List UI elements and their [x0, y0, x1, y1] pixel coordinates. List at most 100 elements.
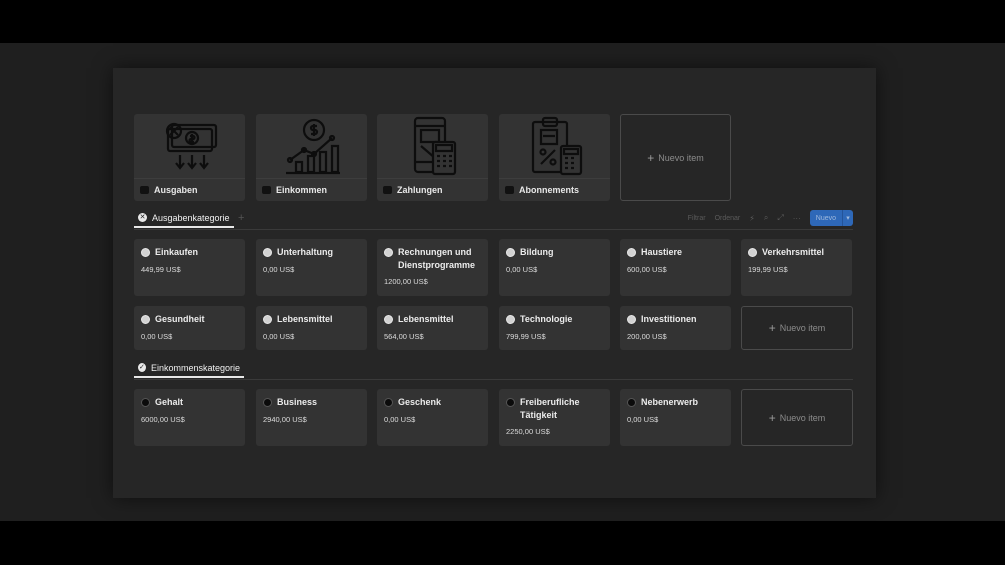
- page-icon: [505, 186, 514, 194]
- expand-icon[interactable]: ⤢: [777, 213, 783, 223]
- new-item-button[interactable]: + Nuevo item: [620, 114, 731, 201]
- expense-name: Technologie: [520, 314, 573, 324]
- expense-name: Investitionen: [641, 314, 697, 324]
- sort-button[interactable]: Ordenar: [715, 215, 741, 222]
- expense-name: Einkaufen: [155, 247, 199, 257]
- expense-name: Lebensmittel: [277, 314, 333, 324]
- income-amount: 0,00 US$: [384, 415, 416, 424]
- expense-card[interactable]: Bildung 0,00 US$: [499, 239, 610, 296]
- expense-card[interactable]: Einkaufen 449,99 US$: [134, 239, 245, 296]
- expense-card[interactable]: Lebensmittel 0,00 US$: [256, 306, 367, 350]
- new-expense-item-button[interactable]: + Nuevo item: [741, 306, 853, 350]
- income-name: Freiberufliche Tätigkeit: [520, 397, 580, 420]
- check-circle-icon: ✓: [138, 363, 146, 372]
- new-income-item-button[interactable]: + Nuevo item: [741, 389, 853, 446]
- expense-amount: 1200,00 US$: [384, 277, 428, 286]
- income-view-tabs: ✓ Einkommenskategorie: [134, 359, 853, 380]
- expense-card[interactable]: Haustiere 600,00 US$: [620, 239, 731, 296]
- expense-amount: 799,99 US$: [506, 332, 546, 341]
- expense-card[interactable]: Gesundheit 0,00 US$: [134, 306, 245, 350]
- category-dot-icon: [141, 398, 150, 407]
- expense-name: Bildung: [520, 247, 554, 257]
- category-dot-icon: [263, 248, 272, 257]
- tab-einkommenskategorie[interactable]: ✓ Einkommenskategorie: [134, 359, 244, 378]
- income-card[interactable]: Geschenk 0,00 US$: [377, 389, 488, 446]
- income-card[interactable]: Freiberufliche Tätigkeit 2250,00 US$: [499, 389, 610, 446]
- income-card[interactable]: Business 2940,00 US$: [256, 389, 367, 446]
- filter-button[interactable]: Filtrar: [688, 215, 706, 222]
- income-card[interactable]: Gehalt 6000,00 US$: [134, 389, 245, 446]
- new-button[interactable]: Nuevo ▾: [809, 210, 853, 226]
- category-dot-icon: [627, 315, 636, 324]
- category-dot-icon: [627, 398, 636, 407]
- more-icon[interactable]: ···: [793, 214, 801, 223]
- chevron-down-icon[interactable]: ▾: [842, 210, 853, 226]
- income-amount: 2250,00 US$: [506, 427, 550, 436]
- database-toolbar: Filtrar Ordenar ⚡ ⌕ ⤢ ··· Nuevo ▾: [688, 210, 853, 226]
- expense-card[interactable]: Rechnungen und Dienstprogramme 1200,00 U…: [377, 239, 488, 296]
- gallery-card-title: Einkommen: [256, 178, 367, 201]
- page-icon: [140, 186, 149, 194]
- gallery-card-title: Ausgaben: [134, 178, 245, 201]
- income-name: Nebenerwerb: [641, 397, 699, 407]
- expense-amount: 0,00 US$: [506, 265, 538, 274]
- expense-view-tabs: ✕ Ausgabenkategorie + Filtrar Ordenar ⚡ …: [134, 209, 853, 230]
- category-dot-icon: [263, 398, 272, 407]
- new-item-label: Nuevo item: [779, 323, 826, 333]
- expense-card[interactable]: Investitionen 200,00 US$: [620, 306, 731, 350]
- gallery-card-label: Ausgaben: [154, 185, 198, 195]
- income-card[interactable]: Nebenerwerb 0,00 US$: [620, 389, 731, 446]
- clipboard-percent-calculator-icon: [499, 114, 610, 178]
- category-dot-icon: [627, 248, 636, 257]
- expense-name: Haustiere: [641, 247, 683, 257]
- gallery-card-ausgaben[interactable]: Ausgaben: [134, 114, 245, 201]
- category-dot-icon: [384, 248, 393, 257]
- gallery-card-label: Abonnements: [519, 185, 580, 195]
- category-dot-icon: [384, 315, 393, 324]
- income-amount: 6000,00 US$: [141, 415, 185, 424]
- income-name: Gehalt: [155, 397, 184, 407]
- gallery-card-title: Zahlungen: [377, 178, 488, 201]
- gallery-card-abonnements[interactable]: Abonnements: [499, 114, 610, 201]
- expense-card[interactable]: Unterhaltung 0,00 US$: [256, 239, 367, 296]
- plus-icon: +: [768, 410, 776, 425]
- category-dot-icon: [141, 248, 150, 257]
- tab-label: Ausgabenkategorie: [152, 212, 230, 223]
- category-dot-icon: [263, 315, 272, 324]
- income-amount: 0,00 US$: [627, 415, 659, 424]
- expense-card[interactable]: Lebensmittel 564,00 US$: [377, 306, 488, 350]
- search-icon[interactable]: ⌕: [764, 213, 768, 223]
- expense-amount: 0,00 US$: [141, 332, 173, 341]
- gallery-card-label: Zahlungen: [397, 185, 443, 195]
- expense-card[interactable]: Verkehrsmittel 199,99 US$: [741, 239, 852, 296]
- add-view-icon[interactable]: +: [238, 212, 244, 224]
- expense-amount: 0,00 US$: [263, 332, 295, 341]
- income-name: Business: [277, 397, 318, 407]
- income-amount: 2940,00 US$: [263, 415, 307, 424]
- expense-amount: 600,00 US$: [627, 265, 667, 274]
- gallery-card-zahlungen[interactable]: Zahlungen: [377, 114, 488, 201]
- category-dot-icon: [384, 398, 393, 407]
- new-item-label: Nuevo item: [658, 152, 704, 163]
- plus-icon: +: [647, 150, 655, 165]
- gallery-card-title: Abonnements: [499, 178, 610, 201]
- plus-icon: +: [768, 321, 776, 335]
- expense-name: Lebensmittel: [398, 314, 454, 324]
- category-dot-icon: [506, 398, 515, 407]
- expense-name: Gesundheit: [155, 314, 205, 324]
- category-dot-icon: [748, 248, 757, 257]
- gallery-card-einkommen[interactable]: Einkommen: [256, 114, 367, 201]
- expense-amount: 199,99 US$: [748, 265, 788, 274]
- category-dot-icon: [506, 248, 515, 257]
- lightning-icon[interactable]: ⚡: [749, 214, 755, 223]
- dollar-growth-chart-icon: [256, 114, 367, 178]
- expense-card[interactable]: Technologie 799,99 US$: [499, 306, 610, 350]
- expense-name: Unterhaltung: [277, 247, 333, 257]
- expense-name: Verkehrsmittel: [762, 247, 825, 257]
- category-dot-icon: [506, 315, 515, 324]
- money-bills-arrows-down-icon: [134, 114, 245, 178]
- tab-label: Einkommenskategorie: [150, 362, 240, 373]
- expense-amount: 449,99 US$: [141, 265, 181, 274]
- tab-ausgabenkategorie[interactable]: ✕ Ausgabenkategorie: [134, 209, 234, 228]
- phone-calculator-payment-icon: [377, 114, 488, 178]
